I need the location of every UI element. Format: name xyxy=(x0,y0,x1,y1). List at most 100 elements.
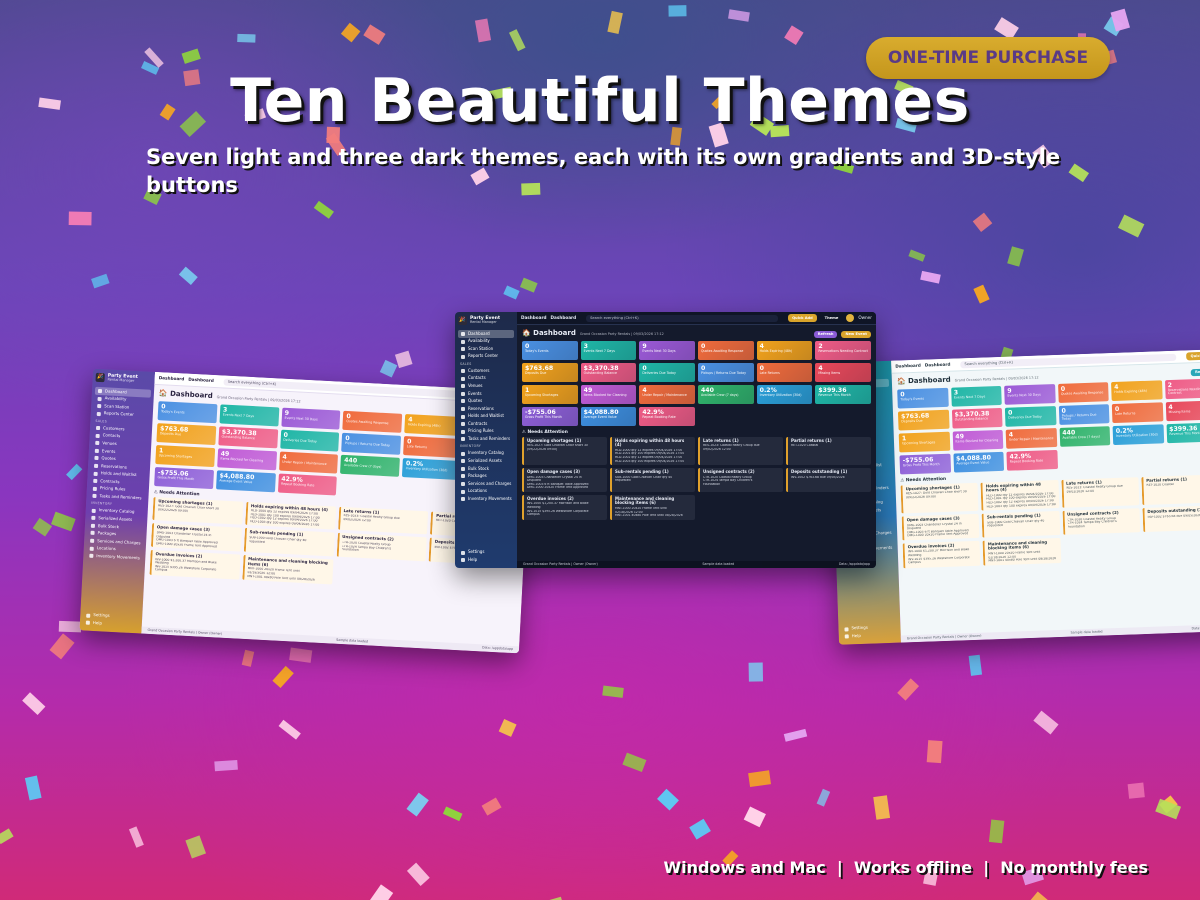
stat-tile[interactable]: 42.9% Repeat Booking Rate xyxy=(1006,449,1058,471)
refresh-button[interactable]: Refresh xyxy=(1190,367,1200,376)
sidebar-item-contracts[interactable]: Contracts xyxy=(458,420,514,428)
sidebar-item-help[interactable]: Help xyxy=(83,619,139,630)
attention-card[interactable]: Late returns (1) RES-1023: Coastal Realty… xyxy=(1060,476,1140,508)
stat-tile[interactable]: $763.68 Deposits Due xyxy=(522,362,578,382)
attention-card[interactable]: Upcoming shortages (1) RES-1027: Gold Chi… xyxy=(522,436,607,466)
attention-card[interactable]: Open damage cases (3) DMG-1003 Chandelier… xyxy=(150,523,242,552)
stat-tile[interactable]: 0 Quotes Awaiting Response xyxy=(1057,381,1109,403)
sidebar-item-scan-station[interactable]: Scan Station xyxy=(458,345,514,353)
stat-tile[interactable]: 3 Events Next 7 Days xyxy=(950,385,1002,407)
stat-tile[interactable]: 4Missing Items xyxy=(815,362,871,382)
stat-tile[interactable]: 0 Deliveries Due Today xyxy=(279,429,340,452)
breadcrumb[interactable]: Dashboard xyxy=(159,375,185,382)
sidebar-item-holds-and-waitlist[interactable]: Holds and Waitlist xyxy=(458,413,514,421)
sidebar-item-availability[interactable]: Availability xyxy=(458,338,514,346)
stat-tile[interactable]: 1 Upcoming Shortages xyxy=(898,431,950,453)
sidebar-item-services-and-charges[interactable]: Services and Charges xyxy=(458,480,514,488)
stat-tile[interactable]: 0 Pickups / Returns Due Today xyxy=(1058,403,1110,425)
stat-tile[interactable]: $399.36Revenue This Month xyxy=(1166,422,1200,443)
stat-tile[interactable]: 4 Holds Expiring (48h) xyxy=(756,340,813,360)
sidebar-item-quotes[interactable]: Quotes xyxy=(458,398,514,406)
sidebar-item-reservations[interactable]: Reservations xyxy=(458,405,514,413)
attention-card[interactable]: Unsigned contracts (2) CTR-1020 Coastal R… xyxy=(698,468,783,492)
attention-card[interactable]: Open damage cases (3) DMG-1003 Chandelier… xyxy=(901,513,980,541)
attention-card[interactable]: Overdue invoices (2) INV-1000 $1,200.37 M… xyxy=(149,550,241,580)
sidebar-item-bulk-stock[interactable]: Bulk Stock xyxy=(458,465,514,473)
stat-tile[interactable]: 42.9% Repeat Booking Rate xyxy=(639,406,695,426)
stat-tile[interactable]: -$755.06 Gross Profit This Month xyxy=(899,453,951,475)
stat-tile[interactable]: 1 Upcoming Shortages xyxy=(522,384,578,404)
stat-tile[interactable]: 9 Events Next 30 Days xyxy=(639,340,695,360)
attention-card[interactable]: Maintenance and cleaning blocking items … xyxy=(610,494,695,520)
search-input[interactable]: Search everything (Ctrl+K) xyxy=(586,314,779,322)
stat-tile[interactable]: $3,370.38 Outstanding Balance xyxy=(580,362,637,382)
stat-tile[interactable]: 3 Events Next 7 Days xyxy=(219,403,280,427)
quick-add-button[interactable]: Quick Add xyxy=(1186,351,1200,360)
stat-tile[interactable]: 0 Late Returns xyxy=(1111,401,1163,423)
sidebar-item-tasks-and-reminders[interactable]: Tasks and Reminders xyxy=(458,436,514,444)
attention-card[interactable]: Unsigned contracts (2) CTR-1020 Coastal R… xyxy=(336,533,428,562)
stat-tile[interactable]: 0 Today's Events xyxy=(522,340,578,360)
sidebar-item-settings[interactable]: Settings xyxy=(458,549,514,557)
stat-tile[interactable]: $4,088.80 Average Event Value xyxy=(952,451,1005,473)
stat-tile[interactable]: 0 Pickups / Returns Due Today xyxy=(341,432,402,455)
new-event-button[interactable]: New Event xyxy=(841,330,871,338)
sidebar-item-packages[interactable]: Packages xyxy=(458,473,514,481)
stat-tile[interactable]: 49 Items Blocked for Cleaning xyxy=(952,429,1004,451)
sidebar-item-customers[interactable]: Customers xyxy=(458,367,514,375)
stat-tile[interactable]: 42.9% Repeat Booking Rate xyxy=(277,473,338,496)
attention-card[interactable]: Sub-rentals pending (1) SUB-1000 Gold Chi… xyxy=(243,528,335,557)
stat-tile[interactable]: 2Reservations Needing Contract xyxy=(1164,378,1200,399)
stat-tile[interactable]: 2Reservations Needing Contract xyxy=(815,340,871,360)
stat-tile[interactable]: $3,370.38 Outstanding Balance xyxy=(951,407,1003,429)
attention-card[interactable]: Overdue invoices (2) INV-1000 $1,200.37 M… xyxy=(902,540,981,569)
sidebar-item-events[interactable]: Events xyxy=(458,390,514,398)
attention-card[interactable]: Deposits outstanding (1)INV-1002 $763.68… xyxy=(1142,505,1200,532)
quick-add-button[interactable]: Quick Add xyxy=(788,314,817,322)
stat-tile[interactable]: 0 Quotes Awaiting Response xyxy=(342,410,403,433)
attention-card[interactable]: Deposits outstanding (1)INV-1002 $763.68… xyxy=(786,468,871,492)
sidebar-item-locations[interactable]: Locations xyxy=(458,488,514,496)
stat-tile[interactable]: 4 Under Repair / Maintenance xyxy=(1005,427,1057,449)
stat-tile[interactable]: 4 Under Repair / Maintenance xyxy=(639,384,695,404)
sidebar-item-venues[interactable]: Venues xyxy=(458,382,514,390)
stat-tile[interactable]: 0 Late Returns xyxy=(756,362,813,382)
stat-tile[interactable]: 0.2% Inventory Utilization (30d) xyxy=(402,457,463,480)
sidebar-item-dashboard[interactable]: Dashboard xyxy=(458,330,514,338)
stat-tile[interactable]: 0 Quotes Awaiting Response xyxy=(698,340,754,360)
attention-card[interactable]: Partial returns (1)RET-1020 Coastal xyxy=(786,436,871,466)
attention-card[interactable]: Holds expiring within 48 hours (4) HLD-10… xyxy=(980,479,1059,511)
stat-tile[interactable]: $763.68 Deposits Due xyxy=(156,422,217,445)
sidebar-item-help[interactable]: Help xyxy=(458,556,514,564)
attention-card[interactable]: Unsigned contracts (2) CTR-1020 Coastal R… xyxy=(1062,508,1141,535)
stat-tile[interactable]: 4 Under Repair / Maintenance xyxy=(278,451,339,474)
stat-tile[interactable]: $4,088.80 Average Event Value xyxy=(215,469,276,492)
stat-tile[interactable]: 0 Today's Events xyxy=(897,387,949,409)
stat-tile[interactable]: $3,370.38 Outstanding Balance xyxy=(218,425,278,449)
stat-tile[interactable]: $763.68 Deposits Due xyxy=(897,409,950,431)
attention-card[interactable]: Open damage cases (3) DMG-1003 Chandelier… xyxy=(522,468,607,492)
breadcrumb[interactable]: Dashboard xyxy=(895,362,921,369)
attention-card[interactable]: Upcoming shortages (1) RES-1027: Gold Chi… xyxy=(900,482,979,514)
stat-tile[interactable]: 4Missing Items xyxy=(1165,400,1200,421)
stat-tile[interactable]: 1 Upcoming Shortages xyxy=(155,444,216,467)
attention-card[interactable]: Overdue invoices (2) INV-1000 $1,200.37 M… xyxy=(522,494,607,520)
attention-card[interactable]: Sub-rentals pending (1) SUB-1000 Gold Chi… xyxy=(981,511,1060,538)
attention-card[interactable]: Upcoming shortages (1) RES-1027: Gold Chi… xyxy=(152,496,244,526)
stat-tile[interactable]: 0 Deliveries Due Today xyxy=(639,362,695,382)
sidebar-item-serialized-assets[interactable]: Serialized Assets xyxy=(458,457,514,465)
stat-tile[interactable]: 3 Events Next 7 Days xyxy=(580,340,637,360)
stat-tile[interactable]: 440 Available Crew (7 days) xyxy=(698,384,754,404)
sidebar-item-contacts[interactable]: Contacts xyxy=(458,375,514,383)
attention-card[interactable]: Maintenance and cleaning blocking items … xyxy=(242,555,333,585)
stat-tile[interactable]: 9 Events Next 30 Days xyxy=(281,407,341,430)
attention-card[interactable]: Sub-rentals pending (1) SUB-1000 Gold Chi… xyxy=(610,468,695,492)
sidebar-item-help[interactable]: Help xyxy=(842,631,898,641)
avatar[interactable] xyxy=(846,314,855,322)
stat-tile[interactable]: 49 Items Blocked for Cleaning xyxy=(580,384,637,404)
attention-card[interactable]: Late returns (1) RES-1023: Coastal Realty… xyxy=(337,506,429,535)
stat-tile[interactable]: $4,088.80 Average Event Value xyxy=(580,406,637,426)
theme-button[interactable]: Theme xyxy=(821,314,843,321)
sidebar-item-reports-center[interactable]: Reports Center xyxy=(458,353,514,361)
sidebar-item-inventory-catalog[interactable]: Inventory Catalog xyxy=(458,450,514,458)
